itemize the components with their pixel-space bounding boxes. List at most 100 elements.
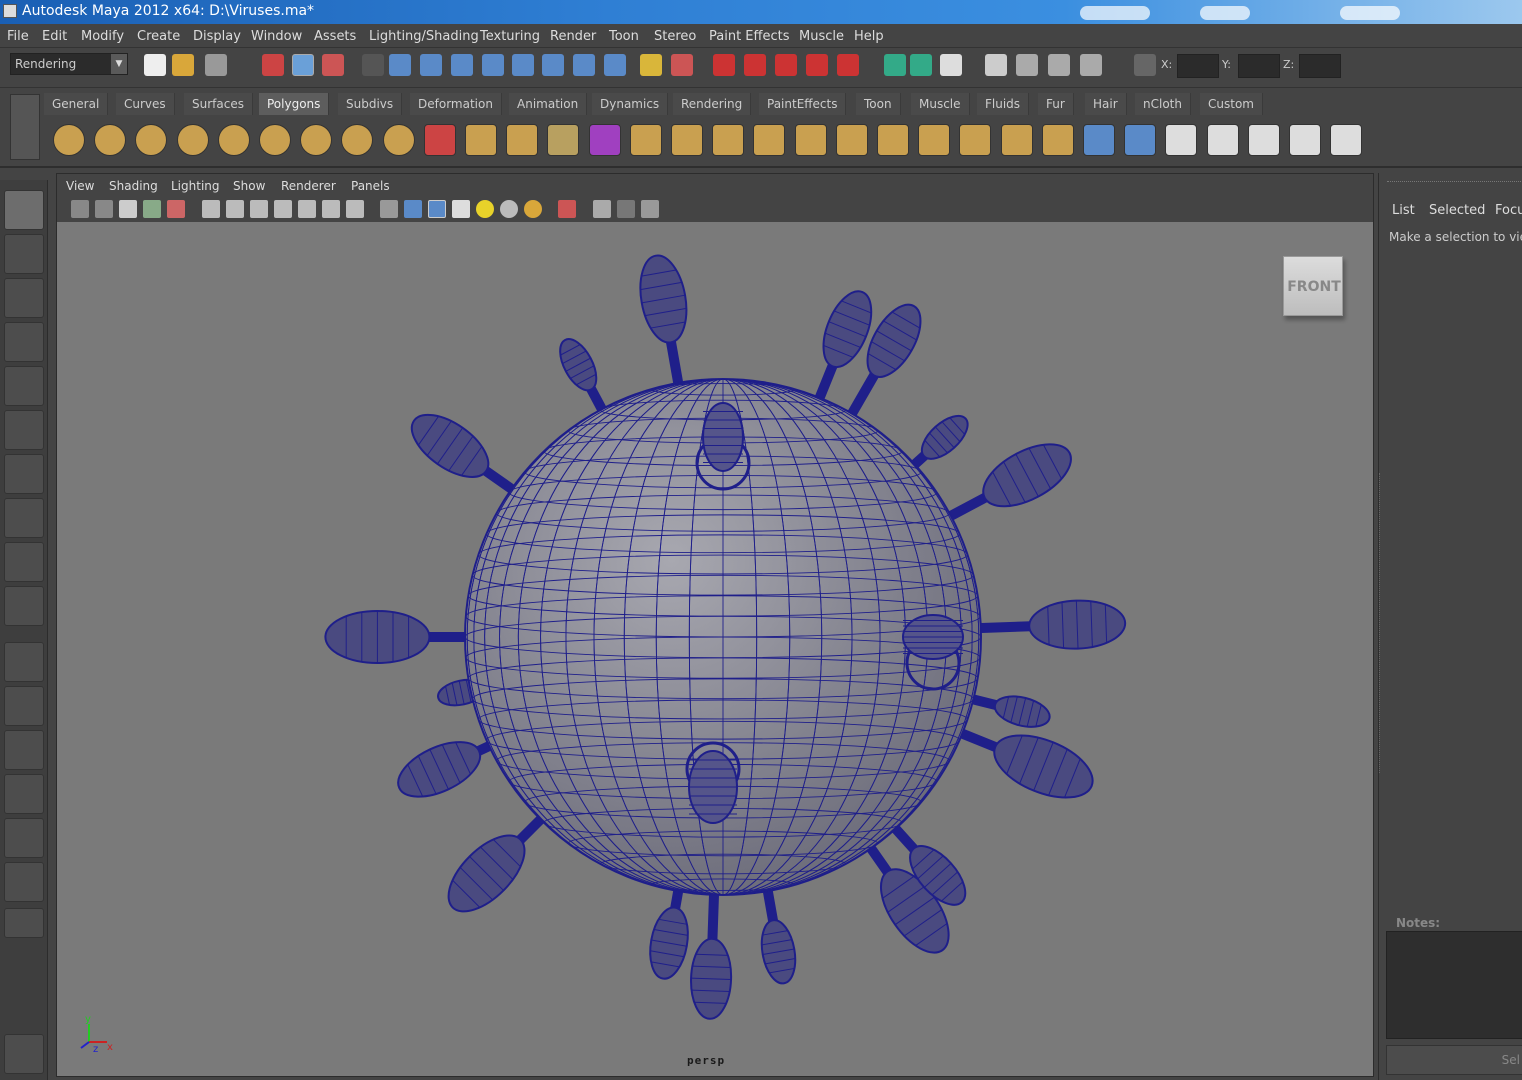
menu-file[interactable]: File — [7, 29, 29, 44]
smooth-shade-all-icon[interactable] — [404, 200, 422, 218]
shelf-tab-general[interactable]: General — [44, 93, 109, 115]
maya-logo-icon[interactable] — [4, 1034, 44, 1074]
use-all-lights-icon[interactable] — [476, 200, 494, 218]
lock-selection-icon[interactable] — [640, 54, 662, 76]
y-field[interactable] — [1238, 54, 1280, 78]
select-camera-icon[interactable] — [71, 200, 89, 218]
bridge-icon[interactable] — [671, 124, 703, 156]
ipr-render-icon[interactable] — [1016, 54, 1038, 76]
wireframe-on-shaded-icon[interactable] — [428, 200, 446, 218]
snap-to-point-icon[interactable] — [775, 54, 797, 76]
planar-map-icon[interactable] — [1083, 124, 1115, 156]
cylindrical-map-icon[interactable] — [1124, 124, 1157, 156]
universal-manipulator-icon[interactable] — [4, 454, 44, 494]
hypershade-icon[interactable] — [1080, 54, 1102, 76]
shelf-tab-deformation[interactable]: Deformation — [410, 93, 502, 115]
menu-assets[interactable]: Assets — [314, 29, 356, 44]
menu-texturing[interactable]: Texturing — [480, 29, 540, 44]
automatic-map-icon[interactable] — [1206, 124, 1239, 156]
z-field[interactable] — [1299, 54, 1341, 78]
offset-edge-loop-icon[interactable] — [835, 124, 868, 156]
shelf-tab-hair[interactable]: Hair — [1085, 93, 1127, 115]
field-chart-icon[interactable] — [298, 200, 316, 218]
spherical-map-icon[interactable] — [1165, 124, 1198, 156]
persp-outliner-layout-icon[interactable] — [4, 730, 44, 770]
poly-plane-icon[interactable] — [217, 124, 250, 156]
select-rendering-icon[interactable] — [573, 54, 595, 76]
last-tool-used-icon[interactable] — [4, 586, 44, 626]
average-vertices-icon[interactable] — [547, 124, 580, 156]
x-field[interactable] — [1177, 54, 1219, 78]
menu-window[interactable]: Window — [251, 29, 302, 44]
insert-edge-loop-icon[interactable] — [794, 124, 827, 156]
poly-pipe-icon[interactable] — [341, 124, 374, 156]
view-cube[interactable]: FRONT — [1283, 256, 1343, 316]
xray-joints-icon[interactable] — [617, 200, 635, 218]
smooth-icon[interactable] — [506, 124, 539, 156]
append-polygon-icon[interactable] — [712, 124, 745, 156]
input-output-icon[interactable] — [884, 54, 906, 76]
poly-sphere-icon[interactable] — [53, 124, 85, 156]
rotate-tool-icon[interactable] — [4, 366, 44, 406]
shelf-tab-toon[interactable]: Toon — [856, 93, 901, 115]
window-title-bar[interactable]: Autodesk Maya 2012 x64: D:\Viruses.ma* — [0, 0, 1522, 24]
poly-cylinder-icon[interactable] — [135, 124, 168, 156]
poly-cube-icon[interactable] — [94, 124, 127, 156]
select-deformations-icon[interactable] — [512, 54, 534, 76]
resolution-gate-icon[interactable] — [250, 200, 268, 218]
create-uvs-icon[interactable] — [1247, 124, 1280, 156]
select-curves-icon[interactable] — [451, 54, 473, 76]
shelf-tab-fluids[interactable]: Fluids — [977, 93, 1030, 115]
four-view-layout-icon[interactable] — [4, 686, 44, 726]
render-view-icon[interactable] — [940, 54, 962, 76]
film-gate-icon[interactable] — [226, 200, 244, 218]
menu-set-dropdown[interactable]: Rendering ▼ — [10, 53, 128, 75]
attr-menu-list[interactable]: List — [1392, 203, 1415, 218]
purple-cube-icon[interactable] — [588, 124, 621, 156]
panel-menu-panels[interactable]: Panels — [351, 179, 390, 193]
checker-transform-icon[interactable] — [1330, 124, 1363, 156]
menu-stereo[interactable]: Stereo — [654, 29, 696, 44]
snap-to-grid-icon[interactable] — [713, 54, 735, 76]
select-by-object-icon[interactable] — [292, 54, 314, 76]
high-quality-rendering-icon[interactable] — [524, 200, 542, 218]
chamfer-icon[interactable] — [877, 124, 909, 156]
component-xray-icon[interactable] — [641, 200, 659, 218]
poly-cone-icon[interactable] — [176, 124, 209, 156]
safe-title-icon[interactable] — [346, 200, 364, 218]
shelf-menu-button[interactable] — [10, 94, 40, 160]
two-d-pan-zoom-icon[interactable] — [167, 200, 185, 218]
select-handles-icon[interactable] — [389, 54, 411, 76]
poly-torus-icon[interactable] — [259, 124, 291, 156]
snap-to-view-plane-icon[interactable] — [806, 54, 828, 76]
single-perspective-layout-icon[interactable] — [4, 642, 44, 682]
render-settings-icon[interactable] — [1048, 54, 1070, 76]
select-tool-icon[interactable] — [4, 190, 44, 230]
menu-modify[interactable]: Modify — [81, 29, 124, 44]
poly-soccer-ball-icon[interactable] — [382, 124, 415, 156]
textured-icon[interactable] — [452, 200, 470, 218]
menu-display[interactable]: Display — [193, 29, 241, 44]
show-manipulator-icon[interactable] — [4, 542, 44, 582]
extrude-icon[interactable] — [629, 124, 662, 156]
persp-graph-hypergraph-layout-icon[interactable] — [4, 862, 44, 902]
panel-splitter[interactable] — [1379, 473, 1381, 773]
open-scene-icon[interactable] — [172, 54, 194, 76]
panel-drag-handle[interactable] — [1387, 181, 1522, 185]
safe-action-icon[interactable] — [322, 200, 340, 218]
select-joints-icon[interactable] — [420, 54, 442, 76]
render-current-frame-icon[interactable] — [985, 54, 1007, 76]
soft-modification-icon[interactable] — [4, 498, 44, 538]
shadows-icon[interactable] — [500, 200, 518, 218]
shelf-tab-subdivs[interactable]: Subdivs — [338, 93, 403, 115]
duplicate-face-icon[interactable] — [1000, 124, 1033, 156]
wireframe-icon[interactable] — [380, 200, 398, 218]
hypershade-persp-layout-icon[interactable] — [4, 818, 44, 858]
select-button[interactable]: Sel — [1386, 1045, 1522, 1075]
highlight-selection-icon[interactable] — [671, 54, 693, 76]
shelf-tab-polygons[interactable]: Polygons — [259, 93, 330, 115]
panel-menu-show[interactable]: Show — [233, 179, 265, 193]
checker-uv-icon[interactable] — [1289, 124, 1321, 156]
shelf-tab-painteffects[interactable]: PaintEffects — [759, 93, 847, 115]
gate-mask-icon[interactable] — [274, 200, 292, 218]
